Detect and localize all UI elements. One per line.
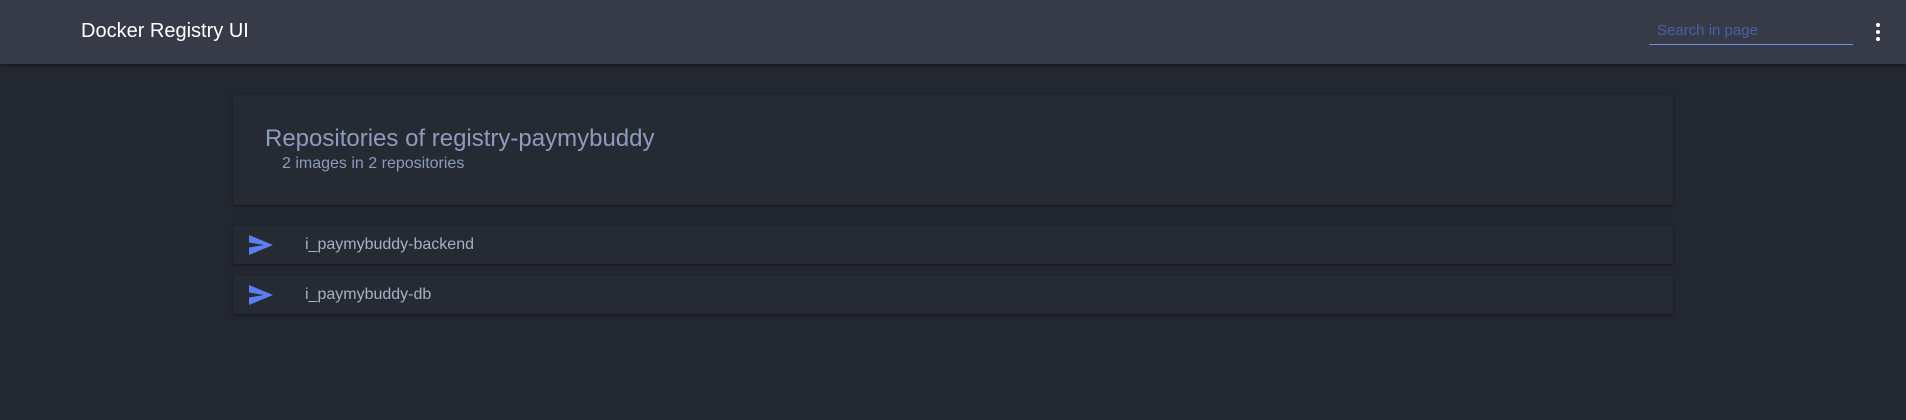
repository-item[interactable]: i_paymybuddy-backend <box>233 226 1673 264</box>
search-input[interactable] <box>1649 18 1853 42</box>
menu-dot <box>1876 37 1880 41</box>
send-icon <box>249 235 273 255</box>
repository-name: i_paymybuddy-db <box>305 286 432 303</box>
menu-dot <box>1876 30 1880 34</box>
catalog-title: Repositories of registry-paymybuddy <box>265 125 655 152</box>
menu-dot <box>1876 23 1880 27</box>
app-title: Docker Registry UI <box>81 20 249 42</box>
catalog-subtitle: 2 images in 2 repositories <box>282 155 465 172</box>
repository-item[interactable]: i_paymybuddy-db <box>233 276 1673 314</box>
more-vert-icon[interactable] <box>1868 20 1888 44</box>
search-field[interactable] <box>1649 18 1853 45</box>
repository-name: i_paymybuddy-backend <box>305 236 474 253</box>
catalog-header-card: Repositories of registry-paymybuddy 2 im… <box>233 95 1673 205</box>
send-icon <box>249 285 273 305</box>
top-app-bar: Docker Registry UI <box>0 0 1906 64</box>
